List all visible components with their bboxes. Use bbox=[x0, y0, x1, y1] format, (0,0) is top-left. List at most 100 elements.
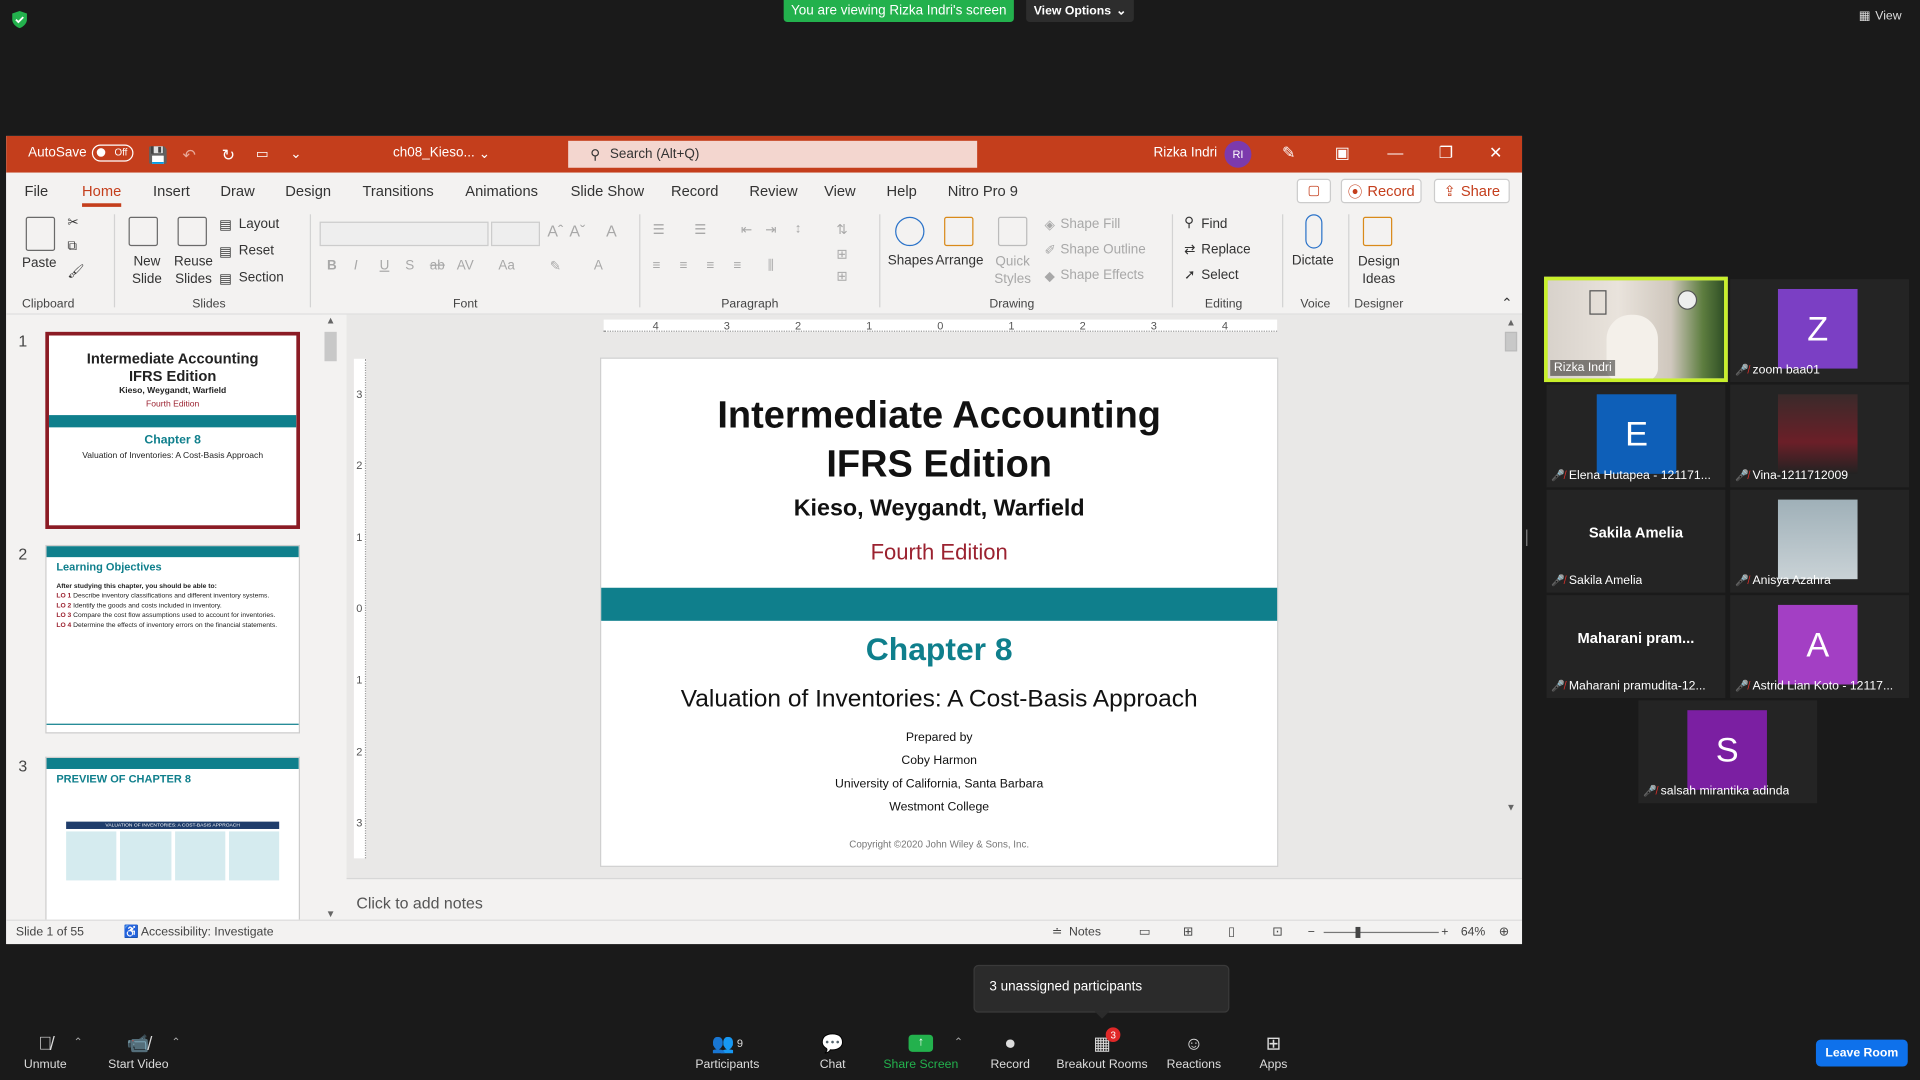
redo-icon[interactable]: ↻ bbox=[222, 146, 235, 166]
slide-thumbnail-2[interactable]: Learning Objectives After studying this … bbox=[45, 544, 301, 734]
paste-icon[interactable] bbox=[25, 216, 56, 252]
normal-view-icon[interactable]: ▭ bbox=[1139, 926, 1151, 939]
increase-indent-icon[interactable]: ⇥ bbox=[765, 222, 776, 238]
reuse-slides-button[interactable]: Reuse Slides bbox=[173, 253, 215, 287]
save-icon[interactable]: 💾 bbox=[148, 146, 168, 166]
gallery-splitter[interactable]: | bbox=[1524, 527, 1528, 547]
smartart-icon[interactable]: ⊞ bbox=[836, 268, 847, 284]
participant-tile[interactable]: A 🎤̸ Astrid Lian Koto - 12117... bbox=[1730, 595, 1909, 698]
arrange-button[interactable]: Arrange bbox=[936, 253, 984, 268]
columns-icon[interactable]: ⫼ bbox=[768, 258, 774, 274]
shield-icon[interactable] bbox=[10, 10, 30, 30]
presenter-icon[interactable]: ▭ bbox=[256, 146, 269, 162]
comments-button[interactable]: ▢ bbox=[1296, 178, 1332, 204]
decrease-indent-icon[interactable]: ⇤ bbox=[741, 222, 752, 238]
reuse-slides-icon[interactable] bbox=[177, 216, 207, 247]
fit-slide-icon[interactable]: ⊕ bbox=[1499, 926, 1509, 939]
shape-outline-button[interactable]: Shape Outline bbox=[1060, 242, 1145, 257]
start-video-button[interactable]: 📹̸ Start Video bbox=[105, 1029, 171, 1071]
align-text-icon[interactable]: ⊞ bbox=[836, 246, 847, 262]
cut-icon[interactable]: ✂ bbox=[67, 214, 78, 231]
microphone-icon[interactable] bbox=[1305, 214, 1323, 249]
restore-icon[interactable]: ❐ bbox=[1439, 143, 1453, 163]
tab-record[interactable]: Record bbox=[671, 182, 718, 199]
select-button[interactable]: Select bbox=[1201, 268, 1238, 283]
close-icon[interactable]: ✕ bbox=[1489, 143, 1502, 163]
tab-animations[interactable]: Animations bbox=[465, 182, 538, 199]
scroll-thumb[interactable] bbox=[1504, 331, 1518, 352]
slide-thumbnail-1[interactable]: Intermediate Accounting IFRS Edition Kie… bbox=[45, 331, 301, 529]
layout-button[interactable]: Layout bbox=[239, 217, 279, 232]
design-ideas-icon[interactable] bbox=[1362, 216, 1393, 247]
pen-icon[interactable]: ✎ bbox=[1282, 143, 1295, 163]
font-size-field[interactable] bbox=[491, 221, 541, 247]
slide-thumbnail-3[interactable]: PREVIEW OF CHAPTER 8 VALUATION OF INVENT… bbox=[45, 756, 301, 921]
justify-icon[interactable]: ≡ bbox=[733, 258, 741, 273]
tab-view[interactable]: View bbox=[824, 182, 856, 199]
participant-tile[interactable]: Maharani pram... 🎤̸ Maharani pramudita-12… bbox=[1546, 595, 1726, 698]
participant-tile[interactable]: Z 🎤̸ zoom baa01 bbox=[1730, 279, 1909, 383]
slide-scrollbar[interactable]: ▲ ▼ bbox=[1502, 315, 1519, 817]
thumbnail-scrollbar[interactable]: ▲ ▼ bbox=[322, 314, 340, 920]
notes-pane[interactable]: Click to add notes bbox=[346, 877, 1523, 920]
share-screen-button[interactable]: ↑ Share Screen bbox=[882, 1029, 960, 1071]
chevron-down-icon[interactable]: ⌄ bbox=[479, 146, 490, 162]
accessibility-status[interactable]: Accessibility: Investigate bbox=[141, 926, 274, 939]
tab-design[interactable]: Design bbox=[285, 182, 331, 199]
notes-button[interactable]: Notes bbox=[1069, 926, 1101, 939]
participant-tile[interactable]: 🎤̸ Anisya Azahra bbox=[1730, 489, 1909, 593]
scroll-up-icon[interactable]: ▲ bbox=[1506, 317, 1516, 328]
arrange-icon[interactable] bbox=[944, 216, 974, 247]
design-ideas-button[interactable]: Design Ideas bbox=[1358, 253, 1400, 287]
slideshow-icon[interactable]: ⊡ bbox=[1272, 926, 1282, 939]
audio-options-icon[interactable]: ⌃ bbox=[73, 1036, 82, 1049]
scroll-down-icon[interactable]: ▼ bbox=[1506, 802, 1516, 813]
zoom-slider[interactable] bbox=[1323, 931, 1439, 934]
zoom-level[interactable]: 64% bbox=[1461, 926, 1486, 939]
scroll-thumb[interactable] bbox=[324, 331, 337, 362]
tab-nitro[interactable]: Nitro Pro 9 bbox=[948, 182, 1018, 199]
new-slide-button[interactable]: New Slide bbox=[130, 253, 164, 287]
tab-file[interactable]: File bbox=[24, 182, 48, 199]
leave-room-button[interactable]: Leave Room bbox=[1815, 1039, 1908, 1067]
reset-button[interactable]: Reset bbox=[239, 244, 274, 259]
shapes-button[interactable]: Shapes bbox=[888, 253, 934, 268]
tab-draw[interactable]: Draw bbox=[220, 182, 254, 199]
text-direction-icon[interactable]: ⇅ bbox=[836, 222, 847, 238]
current-slide[interactable]: Intermediate Accounting IFRS Edition Kie… bbox=[600, 357, 1279, 867]
minimize-icon[interactable]: — bbox=[1387, 143, 1403, 161]
participant-tile[interactable]: S 🎤̸ salsah mirantika adinda bbox=[1638, 700, 1818, 804]
increase-font-icon[interactable]: Aˆ bbox=[547, 222, 563, 240]
record-button[interactable]: ⦿ Record bbox=[1340, 178, 1422, 204]
video-options-icon[interactable]: ⌃ bbox=[171, 1036, 180, 1049]
bold-icon[interactable]: B bbox=[327, 258, 337, 273]
section-button[interactable]: Section bbox=[239, 271, 284, 286]
tab-help[interactable]: Help bbox=[887, 182, 917, 199]
spacing-icon[interactable]: AV bbox=[457, 258, 474, 273]
zoom-out-icon[interactable]: − bbox=[1308, 926, 1315, 939]
tab-insert[interactable]: Insert bbox=[153, 182, 190, 199]
highlight-icon[interactable]: ✎ bbox=[550, 258, 561, 275]
strikethrough-icon[interactable]: ab bbox=[430, 258, 445, 273]
scroll-down-icon[interactable]: ▼ bbox=[326, 909, 336, 920]
tab-transitions[interactable]: Transitions bbox=[362, 182, 433, 199]
quick-styles-icon[interactable] bbox=[997, 216, 1028, 247]
file-name[interactable]: ch08_Kieso... bbox=[393, 146, 475, 161]
scroll-up-icon[interactable]: ▲ bbox=[326, 315, 336, 326]
qat-more-icon[interactable]: ⌄ bbox=[290, 146, 301, 162]
clear-format-icon[interactable]: A bbox=[606, 222, 617, 240]
shape-effects-button[interactable]: Shape Effects bbox=[1060, 268, 1144, 283]
zoom-slider-thumb[interactable] bbox=[1355, 926, 1361, 938]
participant-tile[interactable]: E 🎤̸ Elena Hutapea - 121171... bbox=[1546, 384, 1726, 488]
collapse-ribbon-icon[interactable]: ⌃ bbox=[1501, 295, 1512, 311]
line-spacing-icon[interactable]: ↕ bbox=[795, 222, 802, 237]
apps-button[interactable]: ⊞ Apps bbox=[1256, 1029, 1290, 1071]
unmute-button[interactable]: 🎙̸ Unmute bbox=[21, 1029, 70, 1072]
zoom-in-icon[interactable]: + bbox=[1441, 926, 1448, 939]
find-button[interactable]: Find bbox=[1201, 217, 1227, 232]
record-button[interactable]: ⏺ Record bbox=[988, 1029, 1032, 1072]
tab-review[interactable]: Review bbox=[749, 182, 797, 199]
participant-tile[interactable]: Sakila Amelia 🎤̸ Sakila Amelia bbox=[1546, 489, 1726, 593]
bullets-icon[interactable]: ☰ bbox=[653, 222, 665, 238]
font-color-icon[interactable]: A bbox=[594, 258, 603, 273]
